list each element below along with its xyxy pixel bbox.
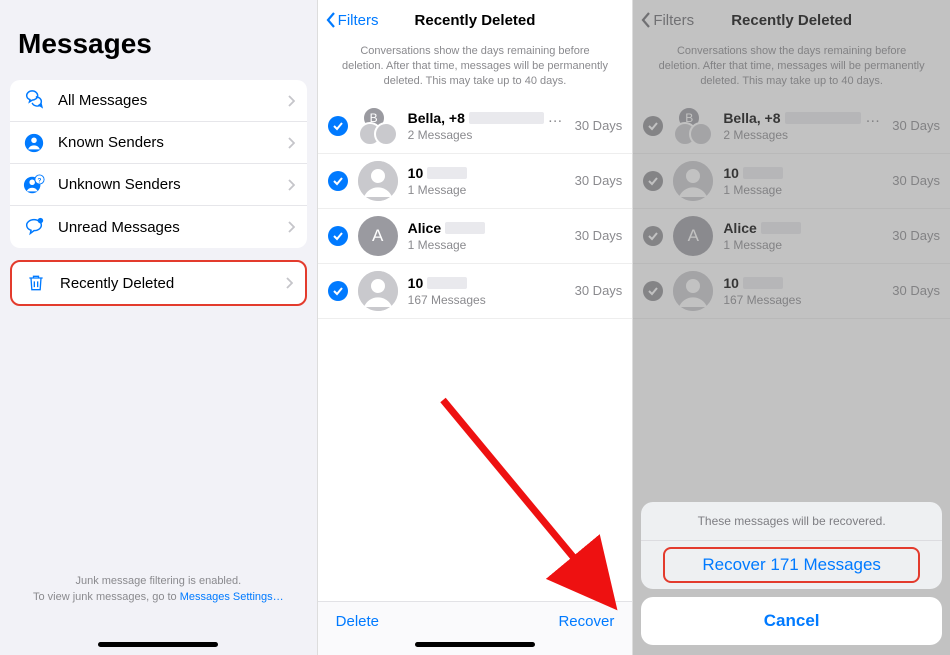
chat-badge-icon xyxy=(22,215,46,239)
conversation-row[interactable]: 10 167 Messages 30 Days xyxy=(318,264,633,319)
filter-all-messages[interactable]: All Messages xyxy=(10,80,307,122)
home-indicator xyxy=(415,642,535,647)
selection-checkmark-icon[interactable] xyxy=(328,116,348,136)
filter-recently-deleted[interactable]: Recently Deleted xyxy=(12,262,305,304)
letter-avatar-icon: A xyxy=(358,216,398,256)
conversation-name: Alice xyxy=(408,220,441,236)
days-remaining: 30 Days xyxy=(575,228,623,243)
person-circle-icon xyxy=(22,131,46,155)
conversation-subtitle: 1 Message xyxy=(408,183,567,197)
sheet-header: These messages will be recovered. xyxy=(641,502,942,541)
conversation-main: 10 1 Message xyxy=(408,165,567,197)
days-remaining: 30 Days xyxy=(575,173,623,188)
panel-recently-deleted: Filters Recently Deleted Conversations s… xyxy=(317,0,634,655)
nav-bar: Filters Recently Deleted xyxy=(318,0,633,40)
filter-unread-messages[interactable]: Unread Messages xyxy=(10,206,307,248)
selection-checkmark-icon[interactable] xyxy=(328,171,348,191)
nav-title: Recently Deleted xyxy=(415,12,536,29)
filter-label: Unread Messages xyxy=(58,219,287,236)
chat-bubbles-icon xyxy=(22,89,46,113)
conversation-main: Alice 1 Message xyxy=(408,220,567,252)
recover-messages-button[interactable]: Recover 171 Messages xyxy=(641,541,942,589)
days-remaining: 30 Days xyxy=(575,283,623,298)
more-icon: … xyxy=(548,109,563,126)
chevron-right-icon xyxy=(287,179,295,191)
conversation-row[interactable]: B Bella, +8 … 2 Messages 30 Days xyxy=(318,99,633,154)
conversation-name: Bella, +8 xyxy=(408,110,465,126)
recently-deleted-group: Recently Deleted xyxy=(10,260,307,306)
redacted-text xyxy=(427,167,467,179)
selection-checkmark-icon[interactable] xyxy=(328,281,348,301)
panel-filters: Messages All Messages Known Senders xyxy=(0,0,317,655)
chevron-right-icon xyxy=(287,221,295,233)
conversation-main: 10 167 Messages xyxy=(408,275,567,307)
conversation-subtitle: 2 Messages xyxy=(408,128,567,142)
person-avatar-icon xyxy=(358,271,398,311)
back-label: Filters xyxy=(338,12,379,29)
filter-group: All Messages Known Senders ? Unknown Sen… xyxy=(10,80,307,248)
page-title: Messages xyxy=(0,0,317,74)
home-indicator xyxy=(98,642,218,647)
delete-button[interactable]: Delete xyxy=(336,613,379,630)
footer-note: Junk message filtering is enabled. To vi… xyxy=(0,574,317,605)
redacted-text xyxy=(445,222,485,234)
conversation-name: 10 xyxy=(408,275,424,291)
trash-icon xyxy=(24,271,48,295)
svg-text:?: ? xyxy=(38,177,42,184)
conversation-subtitle: 1 Message xyxy=(408,238,567,252)
filter-unknown-senders[interactable]: ? Unknown Senders xyxy=(10,164,307,206)
chevron-right-icon xyxy=(287,95,295,107)
cancel-button[interactable]: Cancel xyxy=(641,597,942,645)
redacted-text xyxy=(469,112,544,124)
conversation-row[interactable]: 10 1 Message 30 Days xyxy=(318,154,633,209)
group-avatar-icon: B xyxy=(358,106,398,146)
filter-label: All Messages xyxy=(58,92,287,109)
filter-label: Unknown Senders xyxy=(58,176,287,193)
days-remaining: 30 Days xyxy=(575,118,623,133)
conversation-subtitle: 167 Messages xyxy=(408,293,567,307)
filter-label: Recently Deleted xyxy=(60,275,285,292)
redacted-text xyxy=(427,277,467,289)
panel-recover-sheet: Filters Recently Deleted Conversations s… xyxy=(633,0,950,655)
deleted-conversations-list: B Bella, +8 … 2 Messages 30 Days 10 1 Message 3… xyxy=(318,99,633,319)
conversation-row[interactable]: A Alice 1 Message 30 Days xyxy=(318,209,633,264)
annotation-arrow-icon xyxy=(433,390,633,630)
filter-known-senders[interactable]: Known Senders xyxy=(10,122,307,164)
chevron-right-icon xyxy=(285,277,293,289)
back-button[interactable]: Filters xyxy=(326,12,379,29)
subheader: Conversations show the days remaining be… xyxy=(318,40,633,99)
chevron-right-icon xyxy=(287,137,295,149)
person-question-icon: ? xyxy=(22,173,46,197)
conversation-name: 10 xyxy=(408,165,424,181)
filter-label: Known Senders xyxy=(58,134,287,151)
messages-settings-link[interactable]: Messages Settings… xyxy=(180,591,284,603)
selection-checkmark-icon[interactable] xyxy=(328,226,348,246)
person-avatar-icon xyxy=(358,161,398,201)
action-sheet: These messages will be recovered. Recove… xyxy=(641,502,942,645)
conversation-main: Bella, +8 … 2 Messages xyxy=(408,109,567,142)
